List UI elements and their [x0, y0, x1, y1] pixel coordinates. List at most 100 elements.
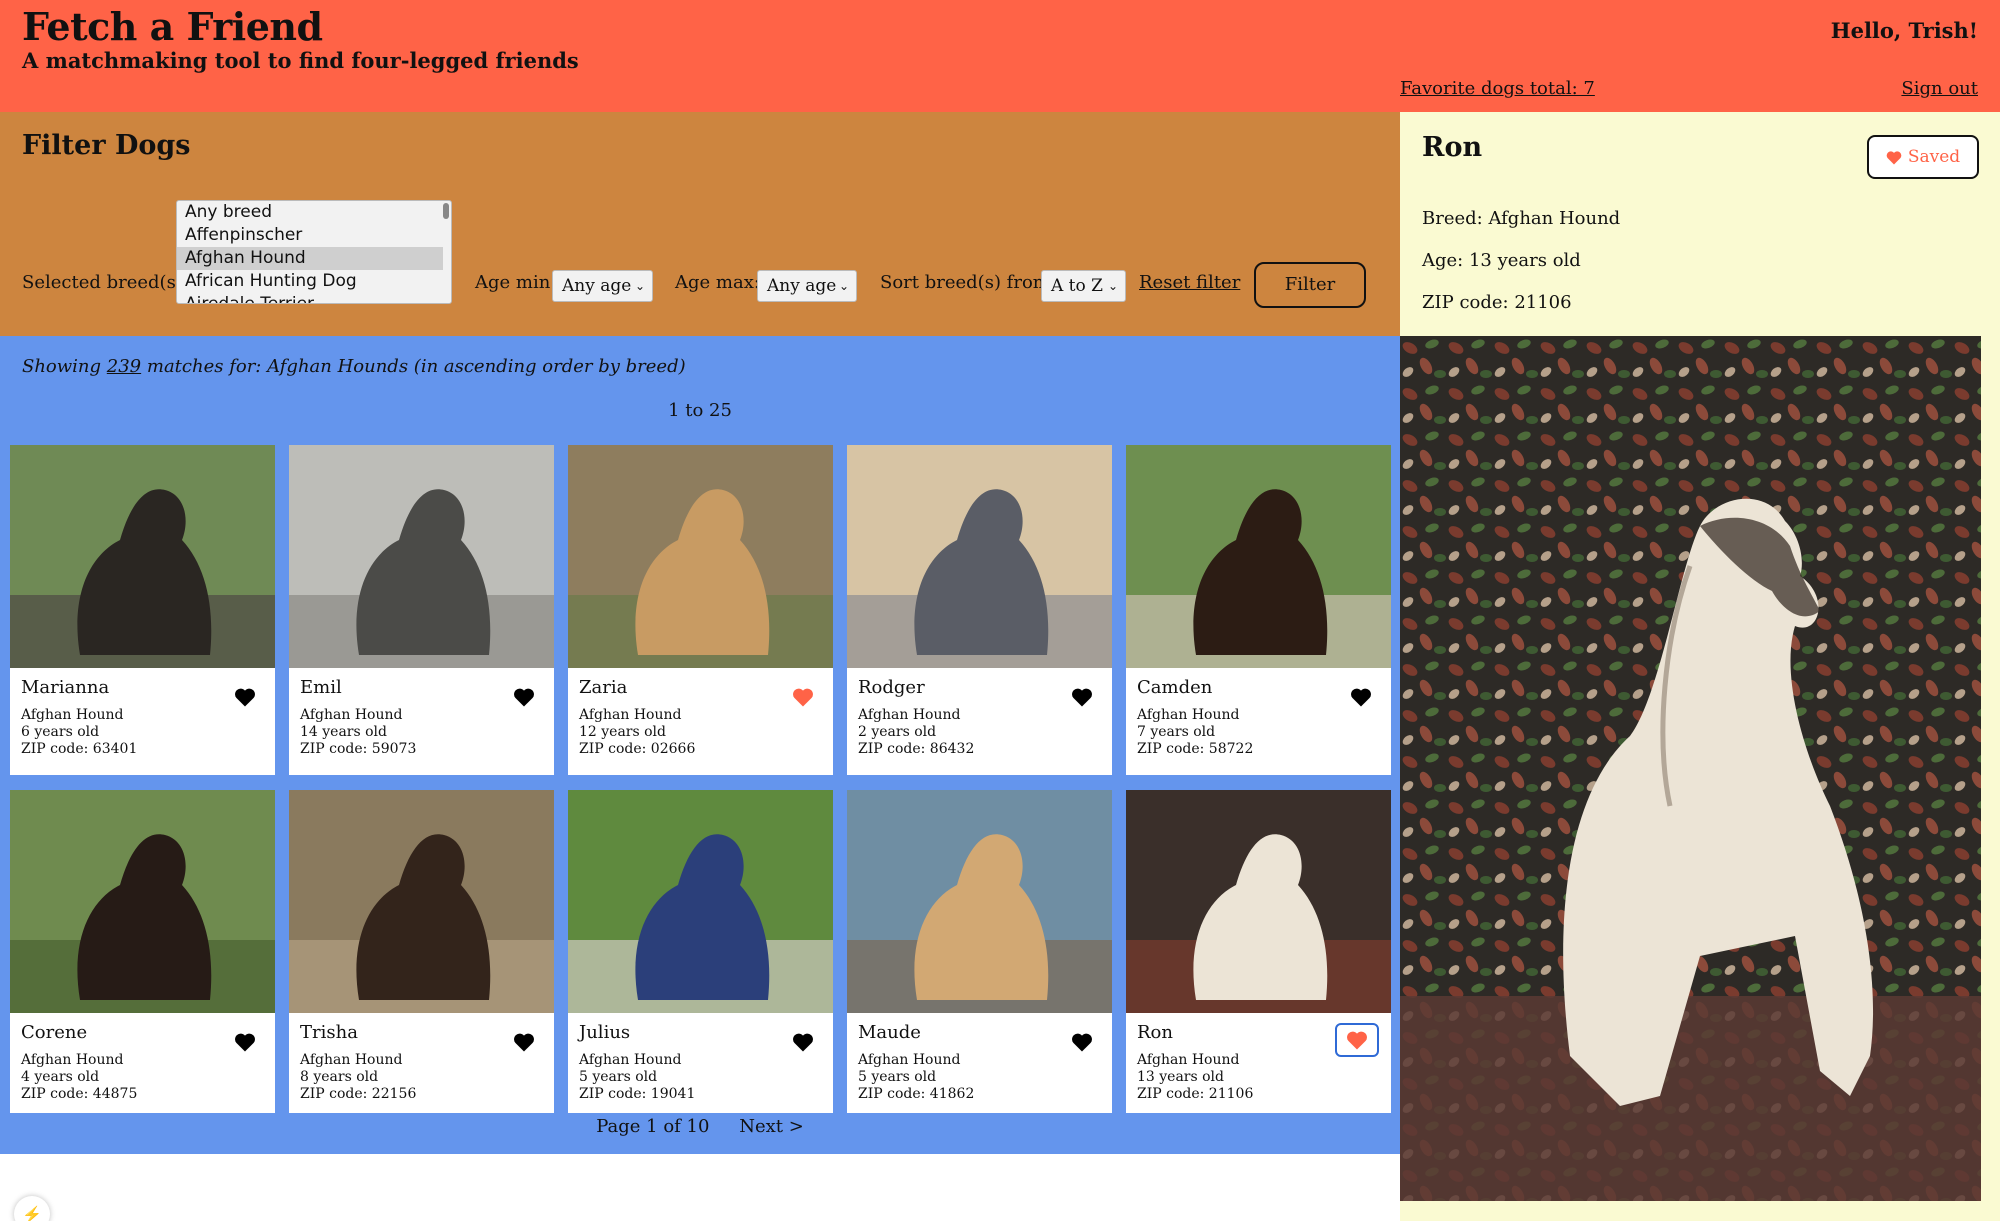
heart-icon [1347, 1031, 1367, 1050]
dog-age: 8 years old [300, 1069, 379, 1085]
breed-option-selected[interactable]: Afghan Hound [177, 247, 443, 270]
breed-list-scrollbar[interactable] [443, 203, 449, 219]
dog-card[interactable]: Ron Afghan Hound 13 years old ZIP code: 211… [1126, 790, 1391, 1113]
dog-name: Marianna [21, 677, 110, 698]
age-min-value: Any age [562, 276, 632, 296]
dog-info: Afghan Hound 2 years old ZIP code: 86432 [858, 707, 974, 758]
dog-breed: Afghan Hound [1137, 1052, 1240, 1068]
dog-card[interactable]: Corene Afghan Hound 4 years old ZIP code: 4… [10, 790, 275, 1113]
dog-age: 14 years old [300, 724, 388, 740]
dog-name: Julius [579, 1022, 631, 1043]
dog-zip: ZIP code: 41862 [858, 1086, 975, 1102]
breed-option[interactable]: Airedale Terrier [177, 293, 443, 303]
reset-filter-link[interactable]: Reset filter [1139, 272, 1240, 293]
results-summary-suffix: matches for: Afghan Hounds (in ascending… [146, 356, 686, 377]
filter-button[interactable]: Filter [1254, 262, 1366, 308]
dog-name: Corene [21, 1022, 88, 1043]
age-min-label: Age min: [475, 272, 557, 293]
dog-info: Afghan Hound 12 years old ZIP code: 02666 [579, 707, 695, 758]
dog-card[interactable]: Zaria Afghan Hound 12 years old ZIP code: 0… [568, 445, 833, 775]
app-subtitle: A matchmaking tool to find four-legged f… [22, 48, 579, 73]
dog-info: Afghan Hound 5 years old ZIP code: 19041 [579, 1052, 695, 1103]
breed-select-label: Selected breed(s): [22, 272, 189, 293]
filter-panel: Filter Dogs Selected breed(s): Any breed… [0, 112, 1400, 336]
dog-photo[interactable] [847, 790, 1112, 1013]
next-page-button[interactable]: Next > [739, 1116, 804, 1137]
heart-icon [1072, 1033, 1092, 1052]
dog-zip: ZIP code: 02666 [579, 741, 696, 757]
heart-icon [235, 688, 255, 707]
favorite-toggle-button[interactable] [789, 1028, 817, 1056]
dog-age: 4 years old [21, 1069, 100, 1085]
sign-out-link[interactable]: Sign out [1901, 78, 1978, 99]
dog-photo[interactable] [1126, 790, 1391, 1013]
dog-card[interactable]: Trisha Afghan Hound 8 years old ZIP code: 2… [289, 790, 554, 1113]
sort-select[interactable]: A to Z ⌄ [1041, 270, 1126, 302]
dog-age: 5 years old [858, 1069, 937, 1085]
dog-photo[interactable] [10, 790, 275, 1013]
favorite-toggle-button[interactable] [1335, 1023, 1379, 1057]
breed-option[interactable]: African Hunting Dog [177, 270, 443, 293]
dog-breed: Afghan Hound [858, 707, 961, 723]
age-max-value: Any age [767, 276, 837, 296]
dog-info: Afghan Hound 5 years old ZIP code: 41862 [858, 1052, 974, 1103]
favorites-link[interactable]: Favorite dogs total: 7 [1400, 78, 1595, 99]
detail-age: Age: 13 years old [1422, 250, 1581, 271]
favorite-toggle-button[interactable] [231, 1028, 259, 1056]
dog-photo[interactable] [289, 790, 554, 1013]
heart-icon [1351, 688, 1371, 707]
dog-zip: ZIP code: 86432 [858, 741, 975, 757]
dog-photo[interactable] [568, 790, 833, 1013]
dog-breed: Afghan Hound [1137, 707, 1240, 723]
breed-option[interactable]: Affenpinscher [177, 224, 443, 247]
age-min-select[interactable]: Any age ⌄ [552, 270, 653, 302]
dog-photo[interactable] [10, 445, 275, 668]
dog-photo[interactable] [847, 445, 1112, 668]
breed-option[interactable]: Any breed [177, 201, 443, 224]
favorite-toggle-button[interactable] [789, 683, 817, 711]
dog-name: Camden [1137, 677, 1213, 698]
dog-card[interactable]: Rodger Afghan Hound 2 years old ZIP code: 8… [847, 445, 1112, 775]
dog-card[interactable]: Marianna Afghan Hound 6 years old ZIP code:… [10, 445, 275, 775]
dog-breed: Afghan Hound [21, 707, 124, 723]
breed-multiselect[interactable]: Any breed Affenpinscher Afghan Hound Afr… [176, 200, 452, 304]
favorite-toggle-button[interactable] [510, 683, 538, 711]
app-title: Fetch a Friend [22, 4, 323, 49]
dog-name: Rodger [858, 677, 925, 698]
dog-photo[interactable] [1126, 445, 1391, 668]
bolt-icon[interactable]: ⚡ [14, 1196, 50, 1221]
detail-zip: ZIP code: 21106 [1422, 292, 1572, 313]
favorite-toggle-button[interactable] [1068, 1028, 1096, 1056]
dog-age: 13 years old [1137, 1069, 1225, 1085]
dog-name: Trisha [300, 1022, 358, 1043]
sort-label: Sort breed(s) from [880, 272, 1050, 293]
saved-button-label: Saved [1907, 147, 1961, 167]
dog-breed: Afghan Hound [579, 1052, 682, 1068]
dog-breed: Afghan Hound [858, 1052, 961, 1068]
dog-card[interactable]: Julius Afghan Hound 5 years old ZIP code: 1… [568, 790, 833, 1113]
results-range: 1 to 25 [668, 400, 732, 421]
favorite-toggle-button[interactable] [1347, 683, 1375, 711]
age-max-select[interactable]: Any age ⌄ [757, 270, 857, 302]
detail-breed: Breed: Afghan Hound [1422, 208, 1621, 229]
dog-photo[interactable] [568, 445, 833, 668]
match-count-link[interactable]: 239 [107, 356, 141, 377]
dog-info: Afghan Hound 13 years old ZIP code: 21106 [1137, 1052, 1253, 1103]
saved-button[interactable]: Saved [1867, 135, 1979, 179]
heart-icon [514, 688, 534, 707]
dog-card[interactable]: Maude Afghan Hound 5 years old ZIP code: 41… [847, 790, 1112, 1113]
favorite-toggle-button[interactable] [1068, 683, 1096, 711]
favorite-toggle-button[interactable] [510, 1028, 538, 1056]
dog-card[interactable]: Camden Afghan Hound 7 years old ZIP code: 5… [1126, 445, 1391, 775]
dog-photo[interactable] [289, 445, 554, 668]
dog-name: Ron [1137, 1022, 1173, 1043]
dog-info: Afghan Hound 7 years old ZIP code: 58722 [1137, 707, 1253, 758]
heart-icon [235, 1033, 255, 1052]
favorite-toggle-button[interactable] [231, 683, 259, 711]
detail-dog-name: Ron [1422, 132, 1483, 163]
dog-card[interactable]: Emil Afghan Hound 14 years old ZIP code: 59… [289, 445, 554, 775]
dog-zip: ZIP code: 63401 [21, 741, 138, 757]
page-indicator: Page 1 of 10 [596, 1116, 710, 1137]
results-summary: Showing 239 matches for: Afghan Hounds (… [22, 356, 686, 377]
dog-age: 6 years old [21, 724, 100, 740]
